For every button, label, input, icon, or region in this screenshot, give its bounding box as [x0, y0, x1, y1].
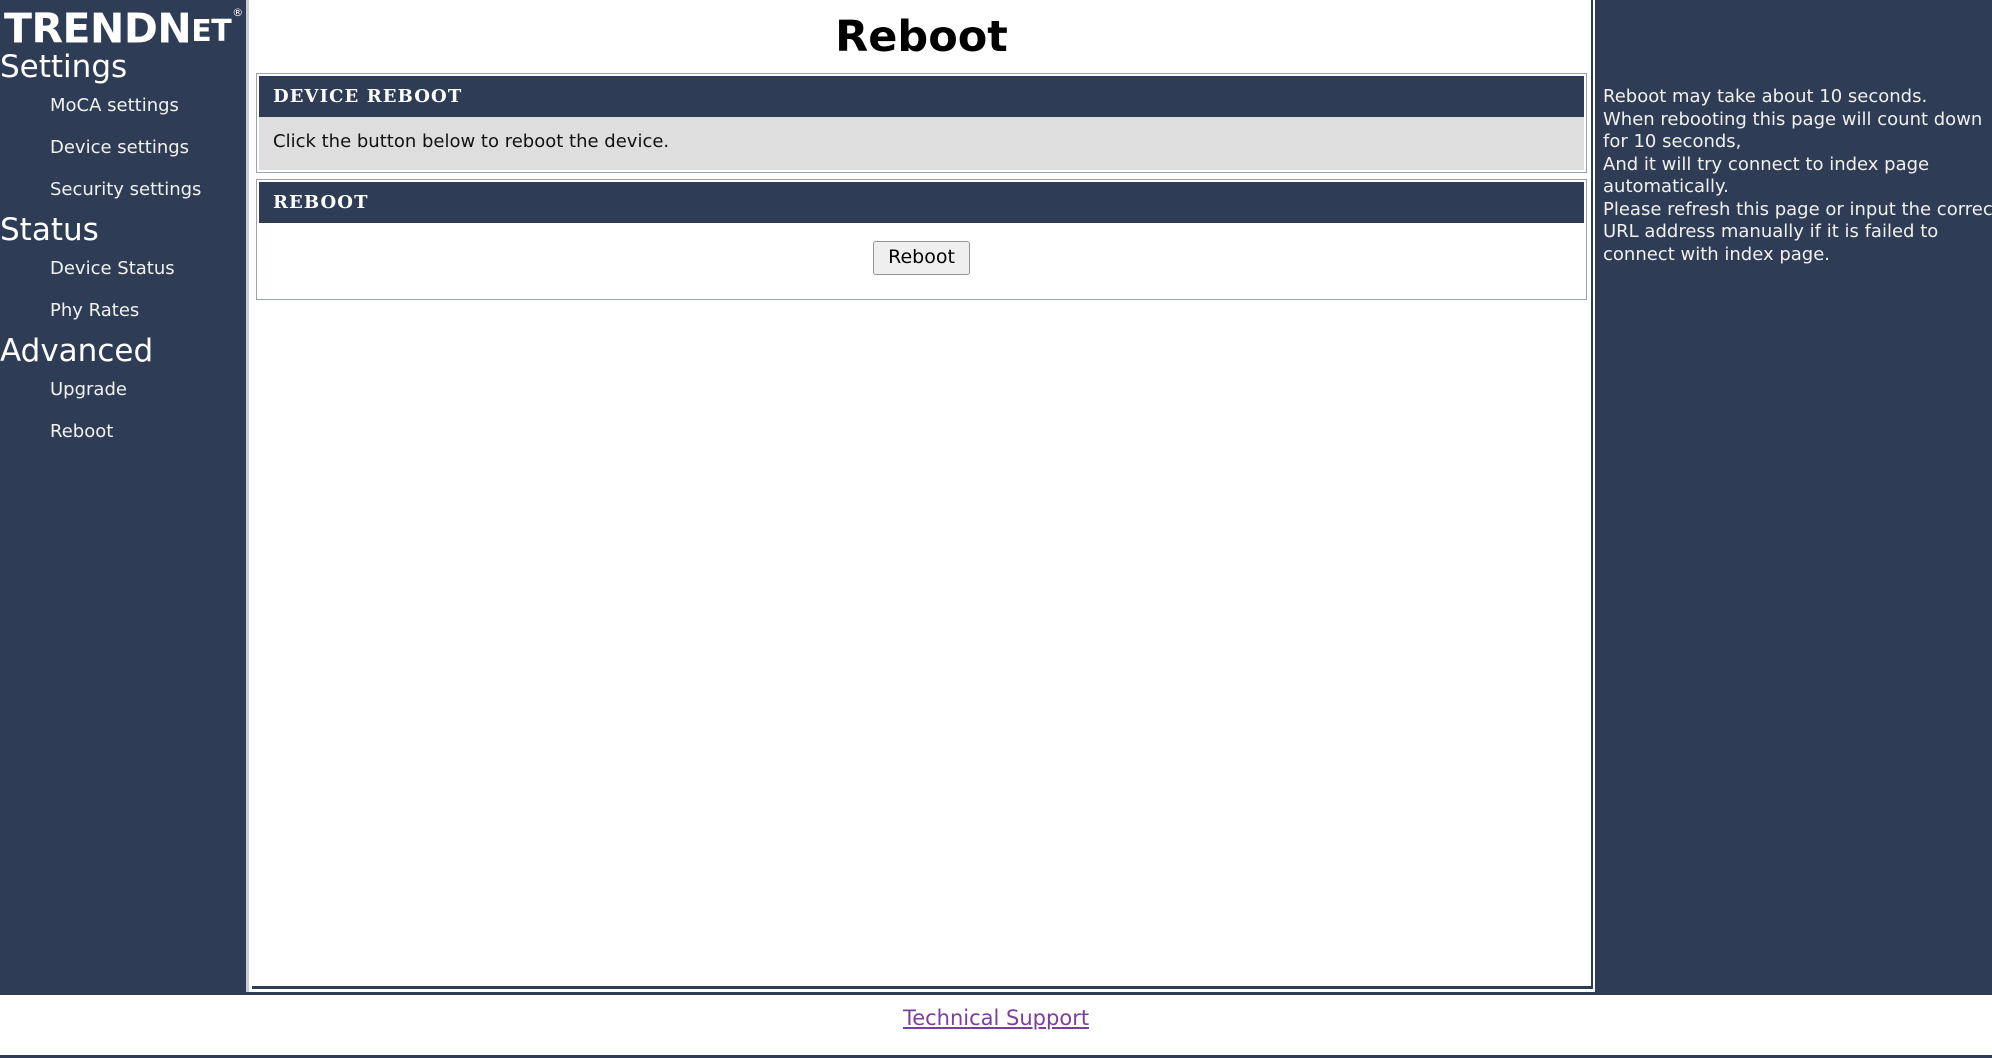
technical-support-link[interactable]: Technical Support [903, 1006, 1089, 1030]
sidebar-group-settings: Settings [0, 49, 128, 85]
sidebar-item-phy-rates[interactable]: Phy Rates [0, 290, 246, 332]
sidebar-item-device-settings[interactable]: Device settings [0, 127, 246, 169]
help-text-line: Please refresh this page or input the co… [1603, 198, 1992, 220]
reboot-panel-body: Reboot [259, 223, 1584, 297]
logo-text-secondary: ET [191, 13, 232, 49]
sidebar-item-upgrade[interactable]: Upgrade [0, 369, 246, 411]
sidebar-item-reboot[interactable]: Reboot [0, 411, 246, 453]
help-text-line: connect with index page. [1603, 243, 1831, 265]
page-root: TRENDNET® Settings MoCA settings Device … [0, 0, 1992, 1058]
right-help-panel: Reboot may take about 10 seconds. When r… [1595, 0, 1992, 992]
reboot-panel-header: REBOOT [259, 182, 1584, 223]
page-footer: Technical Support [0, 992, 1992, 1058]
trendnet-logo: TRENDNET® [0, 2, 246, 52]
sidebar-item-security-settings[interactable]: Security settings [0, 169, 246, 211]
device-reboot-panel-body: Click the button below to reboot the dev… [259, 117, 1584, 170]
device-reboot-panel: DEVICE REBOOT Click the button below to … [256, 73, 1587, 173]
sidebar-item-moca-settings[interactable]: MoCA settings [0, 85, 246, 127]
help-text-line: automatically. [1603, 176, 1729, 197]
reboot-panel: REBOOT Reboot [256, 179, 1587, 300]
help-text-line: Reboot may take about 10 seconds. [1603, 86, 1928, 107]
left-sidebar: TRENDNET® Settings MoCA settings Device … [0, 0, 249, 992]
help-text-line: URL address manually if it is failed to [1603, 221, 1939, 242]
reboot-button[interactable]: Reboot [873, 241, 970, 275]
help-text-line: for 10 seconds, [1603, 131, 1742, 152]
registered-trademark-icon: ® [232, 6, 244, 19]
sidebar-group-advanced: Advanced [0, 333, 154, 369]
sidebar-item-device-status[interactable]: Device Status [0, 248, 246, 290]
help-text-line: And it will try connect to index page [1603, 153, 1930, 175]
page-title: Reboot [835, 12, 1008, 62]
help-text-line: When rebooting this page will count down [1603, 108, 1983, 130]
reboot-panel-inner: REBOOT Reboot [257, 180, 1586, 299]
sidebar-group-status: Status [0, 212, 99, 248]
logo-text-primary: TRENDN [4, 4, 192, 53]
device-reboot-panel-inner: DEVICE REBOOT Click the button below to … [257, 74, 1586, 172]
device-reboot-panel-header: DEVICE REBOOT [259, 76, 1584, 117]
main-content: Reboot DEVICE REBOOT Click the button be… [252, 0, 1593, 989]
